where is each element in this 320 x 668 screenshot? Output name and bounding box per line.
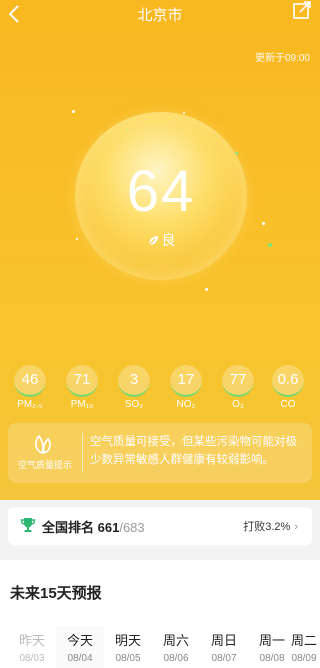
pollutant-value: 71 <box>66 365 98 397</box>
forecast-section: 未来15天预报 昨天 08/03 今天 08/04 明天 08/05 周六 08… <box>0 560 320 668</box>
trophy-icon <box>20 518 36 532</box>
pollutant-no2[interactable]: 17 NO₂ <box>166 365 206 410</box>
pollutant-name: NO₂ <box>176 399 196 410</box>
national-rank-card[interactable]: 全国排名 661/683 打败3.2% › <box>8 507 312 545</box>
day-name: 昨天 <box>18 633 45 648</box>
forecast-day[interactable]: 周日 08/07 <box>200 626 248 668</box>
top-bar: 北京市 <box>0 0 320 30</box>
pollutant-pm25[interactable]: 46 PM₂.₅ <box>10 365 50 410</box>
pollutant-value: 77 <box>222 365 254 397</box>
updated-time: 更新于09:00 <box>254 53 310 64</box>
rank-total: /683 <box>119 520 145 535</box>
rank-beat[interactable]: 打败3.2% › <box>243 518 298 534</box>
share-icon[interactable] <box>292 1 312 21</box>
day-name: 周日 <box>210 633 237 648</box>
pollutant-list: 46 PM₂.₅ 71 PM₁₀ 3 SO₂ 17 NO₂ 77 O₃ 0.6 … <box>10 365 310 415</box>
day-date: 08/06 <box>163 653 189 664</box>
sparkle-dot <box>262 222 265 225</box>
city-title: 北京市 <box>137 7 183 24</box>
day-date: 08/09 <box>291 653 317 664</box>
leaf-icon <box>148 236 158 246</box>
forecast-title: 未来15天预报 <box>10 585 102 602</box>
pollutant-co[interactable]: 0.6 CO <box>268 365 308 410</box>
day-name: 周六 <box>162 633 189 648</box>
air-quality-tip: 空气质量提示 空气质量可接受，但某些污染物可能对极少数异常敏感人群健康有较弱影响… <box>8 423 312 483</box>
day-date: 08/07 <box>211 653 237 664</box>
aqi-level: 良 <box>75 230 247 250</box>
pollutant-value: 46 <box>14 365 46 397</box>
day-date: 08/05 <box>115 653 141 664</box>
pollutant-name: O₃ <box>232 399 244 410</box>
rank-title: 全国排名 <box>42 520 95 535</box>
chevron-right-icon: › <box>294 521 298 533</box>
tip-label: 空气质量提示 <box>17 460 72 470</box>
forecast-day[interactable]: 今天 08/04 <box>56 626 104 668</box>
aqi-level-label: 良 <box>161 232 176 248</box>
rank-label: 全国排名 661/683 <box>42 517 145 536</box>
pollutant-name: PM₁₀ <box>70 399 94 410</box>
pollutant-value: 3 <box>118 365 150 397</box>
forecast-day[interactable]: 昨天 08/03 <box>8 626 56 668</box>
pollutant-so2[interactable]: 3 SO₂ <box>114 365 154 410</box>
sparkle-dot <box>205 288 208 291</box>
forecast-day[interactable]: 周六 08/06 <box>152 626 200 668</box>
sparkle-dot <box>72 110 75 113</box>
forecast-day[interactable]: 明天 08/05 <box>104 626 152 668</box>
day-name: 周二 <box>290 633 317 648</box>
aqi-hero: 北京市 更新于09:00 64 良 46 PM₂.₅ 71 PM₁₀ 3 SO₂… <box>0 0 320 500</box>
sparkle-dot <box>268 243 272 247</box>
pollutant-pm10[interactable]: 71 PM₁₀ <box>62 365 102 410</box>
tip-text: 空气质量可接受，但某些污染物可能对极少数异常敏感人群健康有较弱影响。 <box>90 436 297 466</box>
day-name: 明天 <box>114 633 141 648</box>
pollutant-value: 17 <box>170 365 202 397</box>
rank-value: 661 <box>97 520 120 535</box>
tip-divider <box>82 433 83 473</box>
forecast-day-list: 昨天 08/03 今天 08/04 明天 08/05 周六 08/06 周日 0… <box>0 626 320 668</box>
pollutant-o3[interactable]: 77 O₃ <box>218 365 258 410</box>
sparkle-dot <box>183 112 185 114</box>
pollutant-name: CO <box>280 399 296 410</box>
aqi-value: 64 <box>126 159 196 224</box>
day-name: 今天 <box>66 633 93 648</box>
forecast-day[interactable]: 周二 08/09 <box>288 626 320 668</box>
leaves-icon <box>18 433 68 460</box>
day-date: 08/03 <box>19 653 45 664</box>
pollutant-name: PM₂.₅ <box>17 399 43 410</box>
pollutant-value: 0.6 <box>272 365 304 397</box>
rank-beat-text: 打败3.2% <box>243 521 291 533</box>
pollutant-name: SO₂ <box>124 399 144 410</box>
day-date: 08/04 <box>67 653 93 664</box>
